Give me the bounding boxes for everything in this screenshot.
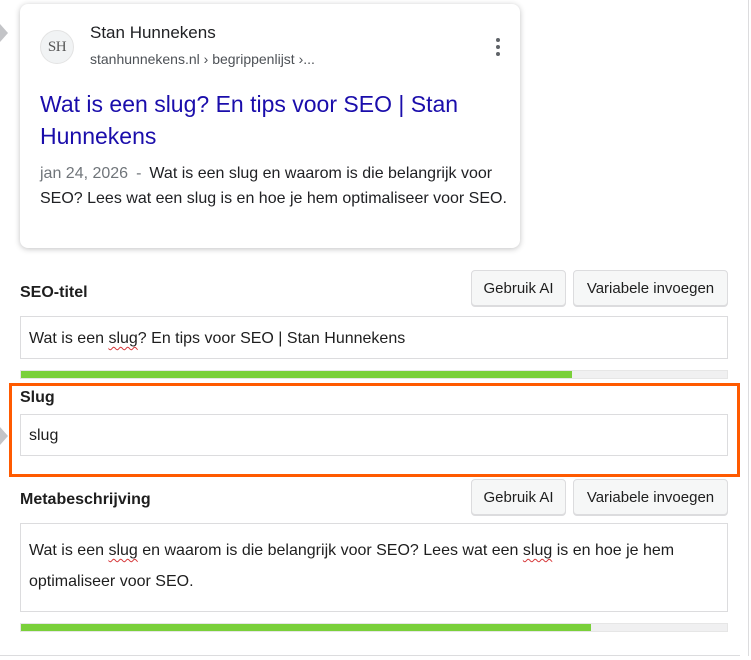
slug-caret-icon (0, 427, 8, 445)
seo-title-text-part: Wat is een (29, 330, 109, 347)
seo-title-input[interactable]: Wat is een slug? En tips voor SEO | Stan… (20, 316, 728, 359)
meta-description-insert-variable-button[interactable]: Variabele invoegen (573, 479, 728, 515)
meta-description-progress-fill (21, 624, 591, 631)
preview-site-url: stanhunnekens.nl › begrippenlijst ›... (90, 51, 315, 67)
seo-title-spellcheck-word: slug (108, 330, 138, 347)
panel-border-bottom (0, 655, 740, 656)
slug-label: Slug (20, 389, 55, 406)
seo-title-text-part: ? En tips voor SEO | Stan Hunnekens (137, 330, 406, 347)
more-options-icon[interactable] (494, 38, 502, 56)
seo-title-ai-button[interactable]: Gebruik AI (471, 270, 566, 306)
meta-spellcheck-word: slug (522, 542, 553, 559)
meta-description-input[interactable]: Wat is een slug en waarom is die belangr… (20, 523, 728, 612)
site-favicon-icon: SH (40, 30, 74, 64)
preview-date: jan 24, 2026 (40, 165, 129, 182)
seo-title-progress-fill (21, 371, 572, 378)
collapse-caret-icon[interactable] (0, 24, 8, 42)
meta-text-part: Wat is een (29, 542, 109, 559)
google-preview-card: SH Stan Hunnekens stanhunnekens.nl › beg… (20, 4, 520, 248)
seo-title-insert-variable-button[interactable]: Variabele invoegen (573, 270, 728, 306)
preview-date-separator: - (136, 165, 142, 182)
meta-spellcheck-word: slug (108, 542, 138, 559)
preview-site-name: Stan Hunnekens (90, 23, 216, 42)
panel-border-right (748, 0, 749, 656)
seo-title-length-progress (20, 370, 728, 379)
meta-description-label: Metabeschrijving (20, 491, 151, 508)
slug-input[interactable]: slug (20, 414, 728, 456)
seo-title-label: SEO-titel (20, 284, 88, 301)
preview-description: jan 24, 2026- Wat is een slug en waarom i… (40, 161, 510, 211)
meta-description-ai-button[interactable]: Gebruik AI (471, 479, 566, 515)
meta-description-length-progress (20, 623, 728, 632)
meta-text-part: en waarom is die belangrijk voor SEO? Le… (137, 542, 523, 559)
preview-title: Wat is een slug? En tips voor SEO | Stan… (40, 91, 459, 149)
